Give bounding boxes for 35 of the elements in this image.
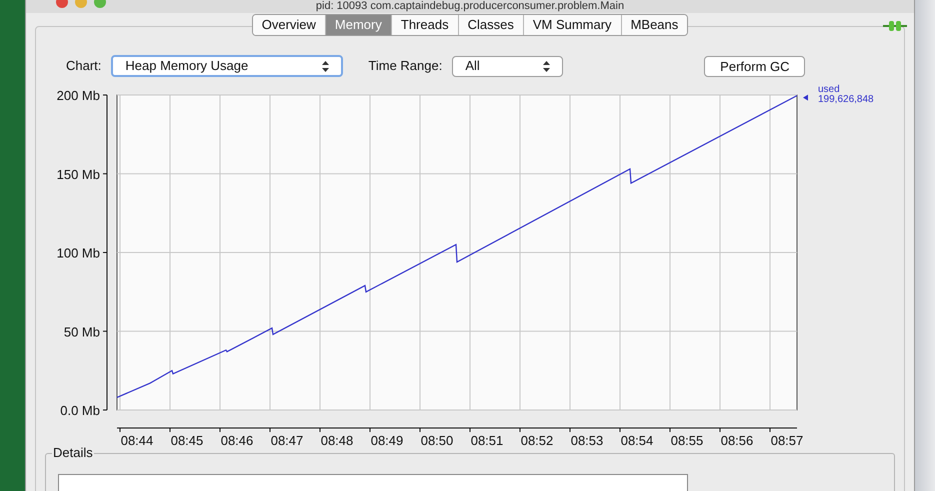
- x-tick-label: 08:54: [620, 433, 654, 447]
- tab[interactable]: MBeans: [620, 15, 688, 35]
- x-tick-label: 08:51: [470, 433, 504, 447]
- x-tick-label: 08:56: [720, 433, 754, 447]
- x-tick-label: 08:49: [370, 433, 404, 447]
- time-range-label: Time Range:: [368, 57, 442, 76]
- legend-label: used: [818, 84, 840, 95]
- tab[interactable]: Threads: [390, 15, 458, 35]
- y-tick-label: 100 Mb: [56, 246, 100, 260]
- y-tick-label: 0.0 Mb: [60, 403, 100, 418]
- chart-select[interactable]: Heap Memory Usage: [111, 55, 344, 77]
- tab[interactable]: VM Summary: [522, 15, 621, 35]
- x-tick-label: 08:52: [520, 433, 554, 447]
- x-tick-label: 08:53: [570, 433, 604, 447]
- x-tick-label: 08:44: [120, 433, 154, 447]
- x-tick-label: 08:55: [670, 433, 704, 447]
- chart-label: Chart:: [66, 57, 102, 76]
- updown-icon: [322, 60, 330, 72]
- x-tick-label: 08:46: [220, 433, 254, 447]
- tab[interactable]: Classes: [458, 15, 523, 35]
- x-tick-label: 08:50: [420, 433, 454, 447]
- x-tick-label: 08:57: [770, 433, 804, 447]
- updown-icon: [543, 60, 550, 72]
- perform-gc-button[interactable]: Perform GC: [704, 56, 806, 76]
- y-tick-label: 50 Mb: [64, 324, 100, 340]
- x-tick-label: 08:48: [320, 433, 354, 447]
- legend-value: 199,626,848: [818, 94, 874, 105]
- y-tick-label: 150 Mb: [56, 166, 100, 182]
- tab[interactable]: Overview: [252, 15, 325, 35]
- window-title: pid: 10093 com.captaindebug.producerconsumer.problem.Main: [316, 0, 624, 13]
- x-tick-label: 08:47: [270, 433, 304, 447]
- time-range-select[interactable]: All: [452, 56, 564, 76]
- y-tick-label: 200 Mb: [56, 88, 100, 103]
- legend-marker-icon: [803, 94, 808, 101]
- x-tick-label: 08:45: [170, 433, 204, 447]
